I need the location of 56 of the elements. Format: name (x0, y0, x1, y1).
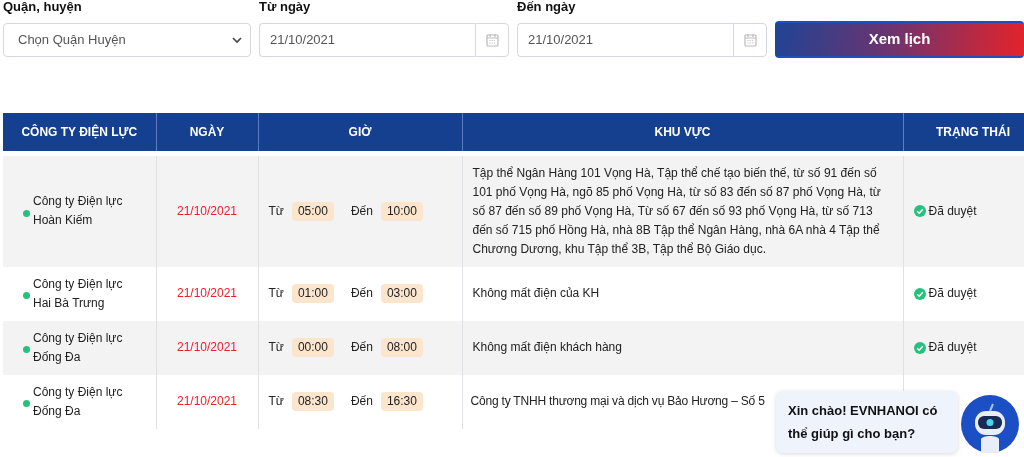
chevron-icon (232, 36, 242, 44)
status-text: Đã duyệt (928, 339, 977, 356)
time-label: Từ (268, 339, 284, 356)
time-label: Đến (350, 202, 373, 220)
column-header: GIỜ (258, 113, 462, 153)
time-label: Từ (268, 202, 284, 220)
date-field[interactable]: 21/10/2021 (259, 23, 475, 57)
column-header: TRẠNG THÁI (903, 113, 1024, 153)
time-pill: 16:30 (380, 392, 423, 411)
time-label: Đến (350, 285, 373, 302)
status-text: Đã duyệt (928, 202, 977, 220)
area-cell: Không mất điện khách hàng (462, 320, 903, 375)
time-pill: 00:00 (291, 338, 334, 357)
check-circle-icon (913, 287, 926, 300)
company-name: Công ty Điện lực Đống Đa (33, 383, 124, 420)
time-label: Đến (350, 339, 373, 356)
time-label: Đến (350, 393, 373, 410)
date-cell: 21/10/2021 (156, 266, 258, 321)
column-header: CÔNG TY ĐIỆN LỰC (3, 113, 156, 153)
status-dot (23, 346, 30, 353)
column-header: NGÀY (156, 113, 258, 153)
company-name: Công ty Điện lực Hai Bà Trưng (33, 275, 124, 312)
date-cell: 21/10/2021 (156, 153, 258, 267)
status-dot (23, 400, 30, 407)
time-pill: 08:30 (291, 392, 334, 411)
status-dot (23, 209, 30, 217)
company-name: Công ty Điện lực Đống Đa (33, 329, 124, 366)
field-label: Đến ngày (517, 0, 577, 16)
calendar-icon (485, 33, 499, 47)
time-pill: 08:00 (380, 338, 423, 357)
time-pill: 10:00 (380, 201, 423, 221)
view-schedule-button[interactable]: Xem lịch (775, 21, 1024, 58)
status-text: Đã duyệt (928, 285, 977, 302)
chatbot-avatar-icon[interactable] (961, 395, 1019, 453)
time-label: Từ (268, 393, 284, 410)
field-label: Từ ngày (259, 0, 312, 16)
column-header: KHU VỰC (462, 113, 903, 153)
time-pill: 01:00 (291, 284, 334, 303)
area-cell: Không mất điện của KH (462, 266, 903, 321)
calendar-button[interactable] (475, 23, 509, 57)
time-pill: 05:00 (291, 201, 334, 221)
company-name: Công ty Điện lực Hoàn Kiếm (33, 193, 124, 229)
district-select[interactable]: Chọn Quận Huyện (3, 23, 251, 57)
calendar-button[interactable] (733, 23, 767, 57)
time-pill: 03:00 (380, 284, 423, 303)
field-label: Quận, huyện (3, 0, 83, 16)
date-cell: 21/10/2021 (156, 374, 258, 429)
calendar-icon (743, 33, 757, 47)
check-circle-icon (913, 205, 926, 217)
time-label: Từ (268, 285, 284, 302)
area-cell: Tập thể Ngân Hàng 101 Vọng Hà, Tập thể chế tạo biến thế, từ số 91 đến số 101 phố Vọng Hà, ngõ 85 phố Vọng Hà, từ số 83 đến số 87 phố Vọng Hà, từ số 87 đến số 89 phố Vọng Hà, Từ số 67 đến số 93 phố Vọng Hà, từ số 713 đến số 715 phố Hồng Hà, nhà 8B Tập thể Ngân Hàng, nhà 6A nhà 4 Tập thể Chương Dương, khu Tập thể 3B, Tập thể Bộ Giáo dục. (462, 153, 903, 267)
status-dot (23, 292, 30, 299)
date-field[interactable]: 21/10/2021 (517, 23, 733, 57)
chat-greeting: Xin chào! EVNHANOI có thể giúp gì cho bạn? (776, 391, 958, 453)
date-cell: 21/10/2021 (156, 320, 258, 375)
check-circle-icon (913, 341, 926, 354)
